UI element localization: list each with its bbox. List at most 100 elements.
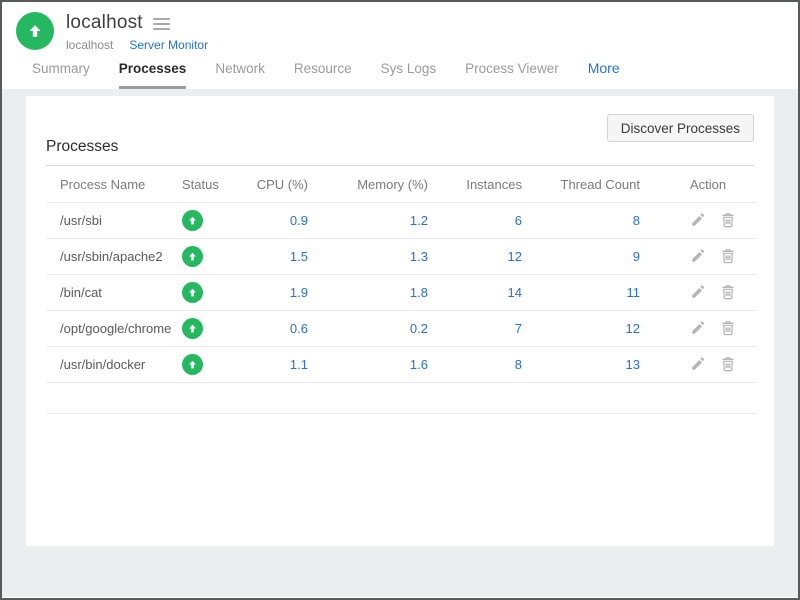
- threads-cell: 13: [528, 346, 646, 383]
- threads-cell: 11: [528, 274, 646, 311]
- edit-pencil-icon[interactable]: [690, 320, 707, 337]
- instances-value-link[interactable]: 12: [508, 249, 522, 264]
- process-name-cell: /opt/google/chrome: [46, 310, 171, 347]
- instances-value-link[interactable]: 8: [515, 357, 522, 372]
- col-header-memory: Memory (%): [314, 166, 434, 203]
- instances-cell: 6: [434, 202, 528, 239]
- cpu-cell: 1.9: [236, 274, 314, 311]
- host-label: localhost: [66, 38, 114, 52]
- memory-cell: 1.6: [314, 346, 434, 383]
- cpu-cell: 1.5: [236, 238, 314, 275]
- threads-value-link[interactable]: 9: [633, 249, 640, 264]
- table-row: /usr/sbin/apache2 1.5 1.3 12 9: [46, 238, 756, 275]
- instances-cell: 8: [434, 346, 528, 383]
- action-cell: [646, 274, 756, 311]
- status-cell: [171, 274, 236, 311]
- edit-pencil-icon[interactable]: [690, 284, 707, 301]
- empty-table-row: [46, 382, 756, 414]
- instances-cell: 14: [434, 274, 528, 311]
- delete-trash-icon[interactable]: [720, 284, 737, 301]
- tab-processes[interactable]: Processes: [118, 61, 187, 89]
- threads-cell: 8: [528, 202, 646, 239]
- memory-value-link[interactable]: 1.6: [410, 357, 428, 372]
- col-header-action: Action: [646, 166, 756, 203]
- status-up-icon: [182, 318, 203, 339]
- instances-value-link[interactable]: 14: [508, 285, 522, 300]
- table-row: /usr/bin/docker 1.1 1.6 8 13: [46, 346, 756, 383]
- discover-processes-button[interactable]: Discover Processes: [606, 114, 754, 142]
- tab-process-viewer[interactable]: Process Viewer: [465, 61, 559, 89]
- host-status-icon: [16, 12, 54, 50]
- memory-value-link[interactable]: 1.3: [410, 249, 428, 264]
- status-cell: [171, 238, 236, 275]
- instances-cell: 12: [434, 238, 528, 275]
- col-header-instances: Instances: [434, 166, 528, 203]
- process-table: Process Name Status CPU (%) Memory (%) I…: [46, 166, 756, 414]
- app-header: localhost localhost Server Monitor: [2, 2, 798, 52]
- status-up-icon: [182, 210, 203, 231]
- cpu-cell: 1.1: [236, 346, 314, 383]
- menu-icon[interactable]: [152, 16, 170, 30]
- edit-pencil-icon[interactable]: [690, 356, 707, 373]
- threads-value-link[interactable]: 12: [626, 321, 640, 336]
- memory-value-link[interactable]: 0.2: [410, 321, 428, 336]
- action-cell: [646, 202, 756, 239]
- instances-value-link[interactable]: 7: [515, 321, 522, 336]
- threads-cell: 9: [528, 238, 646, 275]
- instances-value-link[interactable]: 6: [515, 213, 522, 228]
- status-cell: [171, 310, 236, 347]
- memory-value-link[interactable]: 1.2: [410, 213, 428, 228]
- tab-summary[interactable]: Summary: [32, 61, 90, 89]
- threads-value-link[interactable]: 13: [626, 357, 640, 372]
- table-header-row: Process Name Status CPU (%) Memory (%) I…: [46, 166, 756, 203]
- process-table-body: /usr/sbi 0.9 1.2 6 8/usr/sbin/apache2 1.5 1.3 1…: [46, 202, 756, 414]
- tab-bar: Summary Processes Network Resource Sys L…: [2, 52, 798, 89]
- memory-cell: 1.8: [314, 274, 434, 311]
- status-up-icon: [182, 246, 203, 267]
- tab-more[interactable]: More: [588, 60, 620, 89]
- cpu-value-link[interactable]: 0.9: [290, 213, 308, 228]
- processes-panel: Discover Processes Processes Process Nam…: [26, 96, 774, 546]
- table-row: /opt/google/chrome 0.6 0.2 7 12: [46, 310, 756, 347]
- table-row: /usr/sbi 0.9 1.2 6 8: [46, 202, 756, 239]
- memory-value-link[interactable]: 1.8: [410, 285, 428, 300]
- status-cell: [171, 346, 236, 383]
- status-up-icon: [182, 354, 203, 375]
- process-name-cell: /usr/sbi: [46, 202, 171, 239]
- status-up-icon: [182, 282, 203, 303]
- table-row: /bin/cat 1.9 1.8 14 11: [46, 274, 756, 311]
- col-header-process-name: Process Name: [46, 166, 171, 203]
- col-header-status: Status: [171, 166, 236, 203]
- page-title: localhost: [66, 12, 143, 33]
- process-name-cell: /usr/bin/docker: [46, 346, 171, 383]
- cpu-value-link[interactable]: 1.5: [290, 249, 308, 264]
- delete-trash-icon[interactable]: [720, 212, 737, 229]
- cpu-cell: 0.9: [236, 202, 314, 239]
- cpu-value-link[interactable]: 1.9: [290, 285, 308, 300]
- col-header-thread-count: Thread Count: [528, 166, 646, 203]
- delete-trash-icon[interactable]: [720, 320, 737, 337]
- up-arrow-icon: [29, 25, 41, 37]
- cpu-value-link[interactable]: 1.1: [290, 357, 308, 372]
- edit-pencil-icon[interactable]: [690, 248, 707, 265]
- tab-network[interactable]: Network: [215, 61, 265, 89]
- memory-cell: 0.2: [314, 310, 434, 347]
- status-cell: [171, 202, 236, 239]
- delete-trash-icon[interactable]: [720, 356, 737, 373]
- action-cell: [646, 238, 756, 275]
- process-name-cell: /usr/sbin/apache2: [46, 238, 171, 275]
- tab-resource[interactable]: Resource: [294, 61, 352, 89]
- action-cell: [646, 346, 756, 383]
- col-header-cpu: CPU (%): [236, 166, 314, 203]
- page-background: Discover Processes Processes Process Nam…: [2, 89, 798, 597]
- cpu-cell: 0.6: [236, 310, 314, 347]
- delete-trash-icon[interactable]: [720, 248, 737, 265]
- memory-cell: 1.3: [314, 238, 434, 275]
- edit-pencil-icon[interactable]: [690, 212, 707, 229]
- cpu-value-link[interactable]: 0.6: [290, 321, 308, 336]
- server-monitor-link[interactable]: Server Monitor: [129, 38, 208, 52]
- memory-cell: 1.2: [314, 202, 434, 239]
- threads-value-link[interactable]: 8: [633, 213, 640, 228]
- tab-sys-logs[interactable]: Sys Logs: [381, 61, 437, 89]
- threads-value-link[interactable]: 11: [627, 285, 641, 300]
